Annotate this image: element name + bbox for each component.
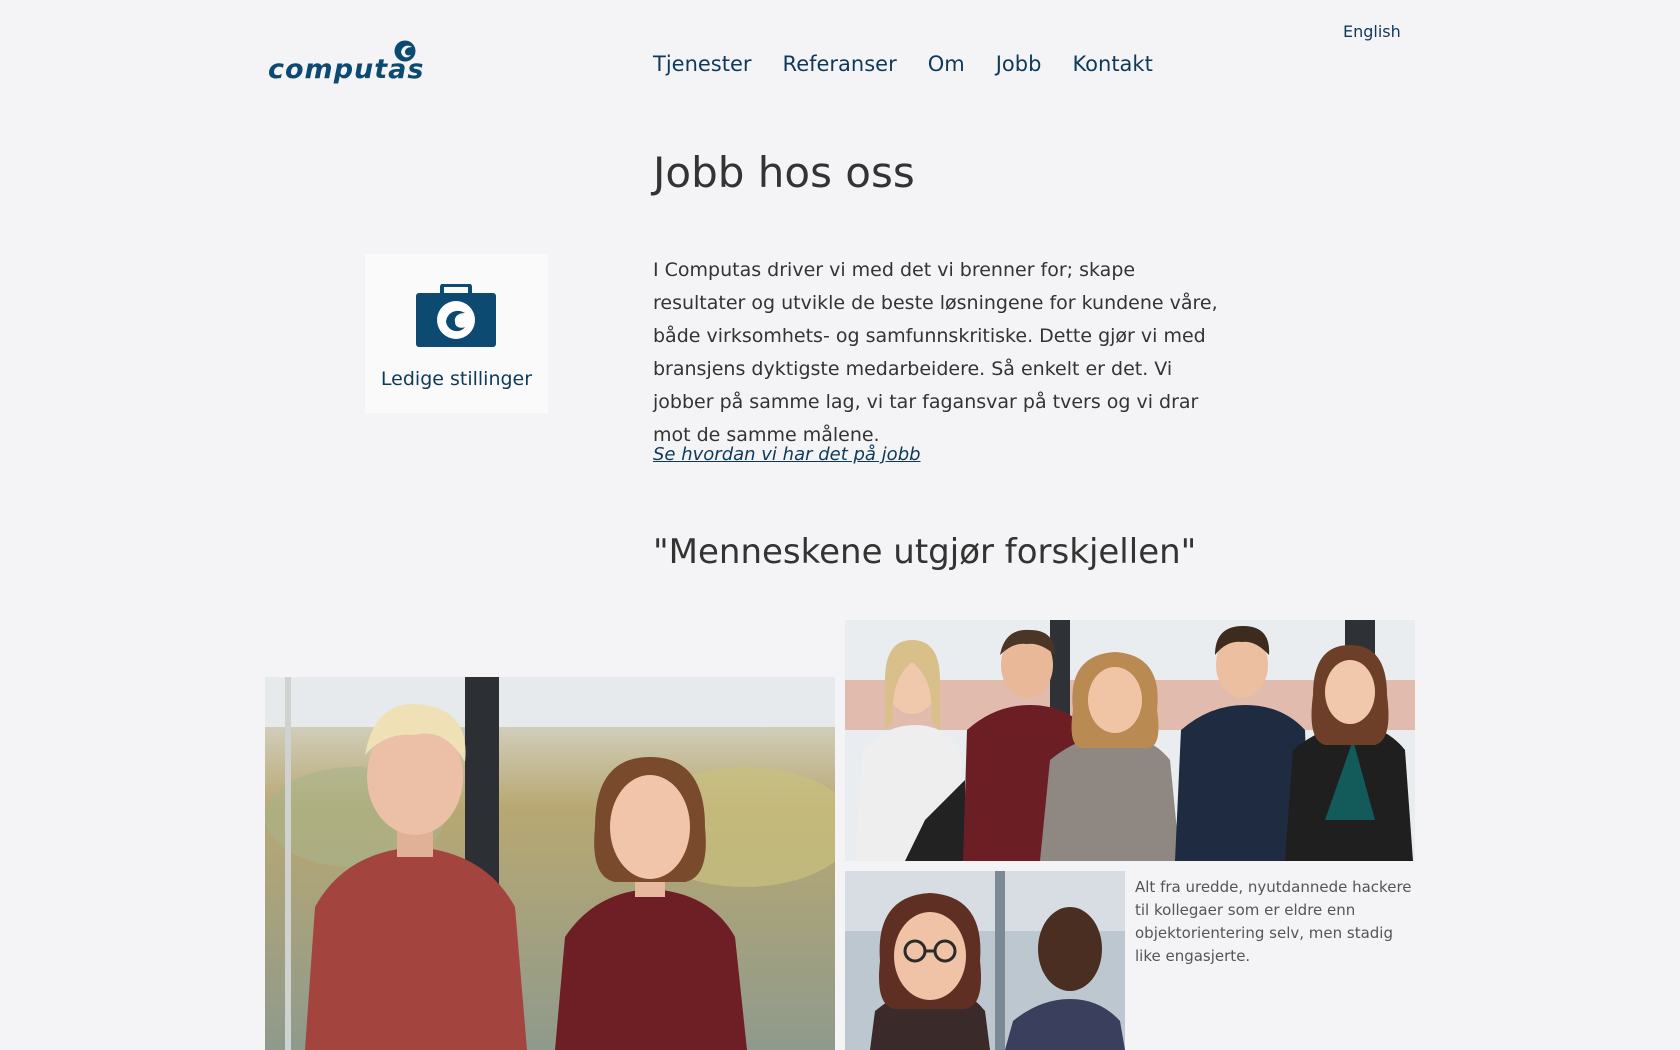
nav-tjenester[interactable]: Tjenester	[653, 52, 752, 76]
computas-logo-mark-icon	[394, 40, 416, 62]
open-positions-card[interactable]: Ledige stillinger	[365, 254, 548, 413]
photo-colleagues-small	[845, 871, 1125, 1050]
nav-kontakt[interactable]: Kontakt	[1072, 52, 1152, 76]
nav-referanser[interactable]: Referanser	[783, 52, 897, 76]
briefcase-icon	[416, 284, 496, 347]
photo-two-colleagues	[265, 677, 835, 1050]
work-life-link[interactable]: Se hvordan vi har det på jobb	[653, 444, 921, 465]
open-positions-label: Ledige stillinger	[380, 368, 533, 390]
computas-logo[interactable]: computas	[268, 38, 423, 88]
language-link-english[interactable]: English	[1343, 22, 1401, 41]
photo-group-of-five	[845, 620, 1415, 861]
nav-om[interactable]: Om	[928, 52, 965, 76]
intro-paragraph: I Computas driver vi med det vi brenner …	[653, 259, 1218, 446]
page-title: Jobb hos oss	[653, 148, 915, 197]
photo-caption: Alt fra uredde, nyutdannede hackere til …	[1135, 878, 1412, 965]
nav-jobb[interactable]: Jobb	[996, 52, 1042, 76]
main-nav: Tjenester Referanser Om Jobb Kontakt	[653, 52, 1153, 76]
quote-heading: "Menneskene utgjør forskjellen"	[653, 532, 1197, 572]
